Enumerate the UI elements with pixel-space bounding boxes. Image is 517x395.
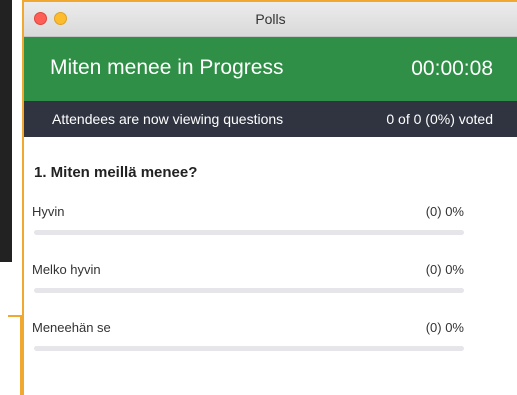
background-window (0, 0, 12, 262)
question-title: 1. Miten meillä menee? (34, 164, 198, 181)
background-highlight-outline (8, 315, 22, 395)
answer-progress-bar (34, 230, 464, 235)
polls-window: Polls Miten menee in Progress 00:00:08 A… (22, 0, 517, 395)
vote-count: 0 of 0 (0%) voted (386, 111, 493, 127)
answer-label: Hyvin (32, 204, 65, 219)
status-bar: Attendees are now viewing questions 0 of… (24, 101, 517, 137)
answer-result: (0) 0% (425, 262, 464, 277)
window-title: Polls (255, 11, 286, 27)
answer-label: Meneehän se (32, 320, 111, 335)
poll-header: Miten menee in Progress 00:00:08 (24, 37, 517, 101)
answer-progress-bar (34, 346, 464, 351)
poll-title: Miten menee in Progress (50, 56, 284, 79)
answer-result: (0) 0% (425, 320, 464, 335)
poll-timer: 00:00:08 (411, 57, 493, 80)
title-bar[interactable]: Polls (24, 2, 517, 37)
answer-progress-bar (34, 288, 464, 293)
answer-result: (0) 0% (425, 204, 464, 219)
answer-label: Melko hyvin (32, 262, 101, 277)
status-text: Attendees are now viewing questions (52, 111, 284, 127)
